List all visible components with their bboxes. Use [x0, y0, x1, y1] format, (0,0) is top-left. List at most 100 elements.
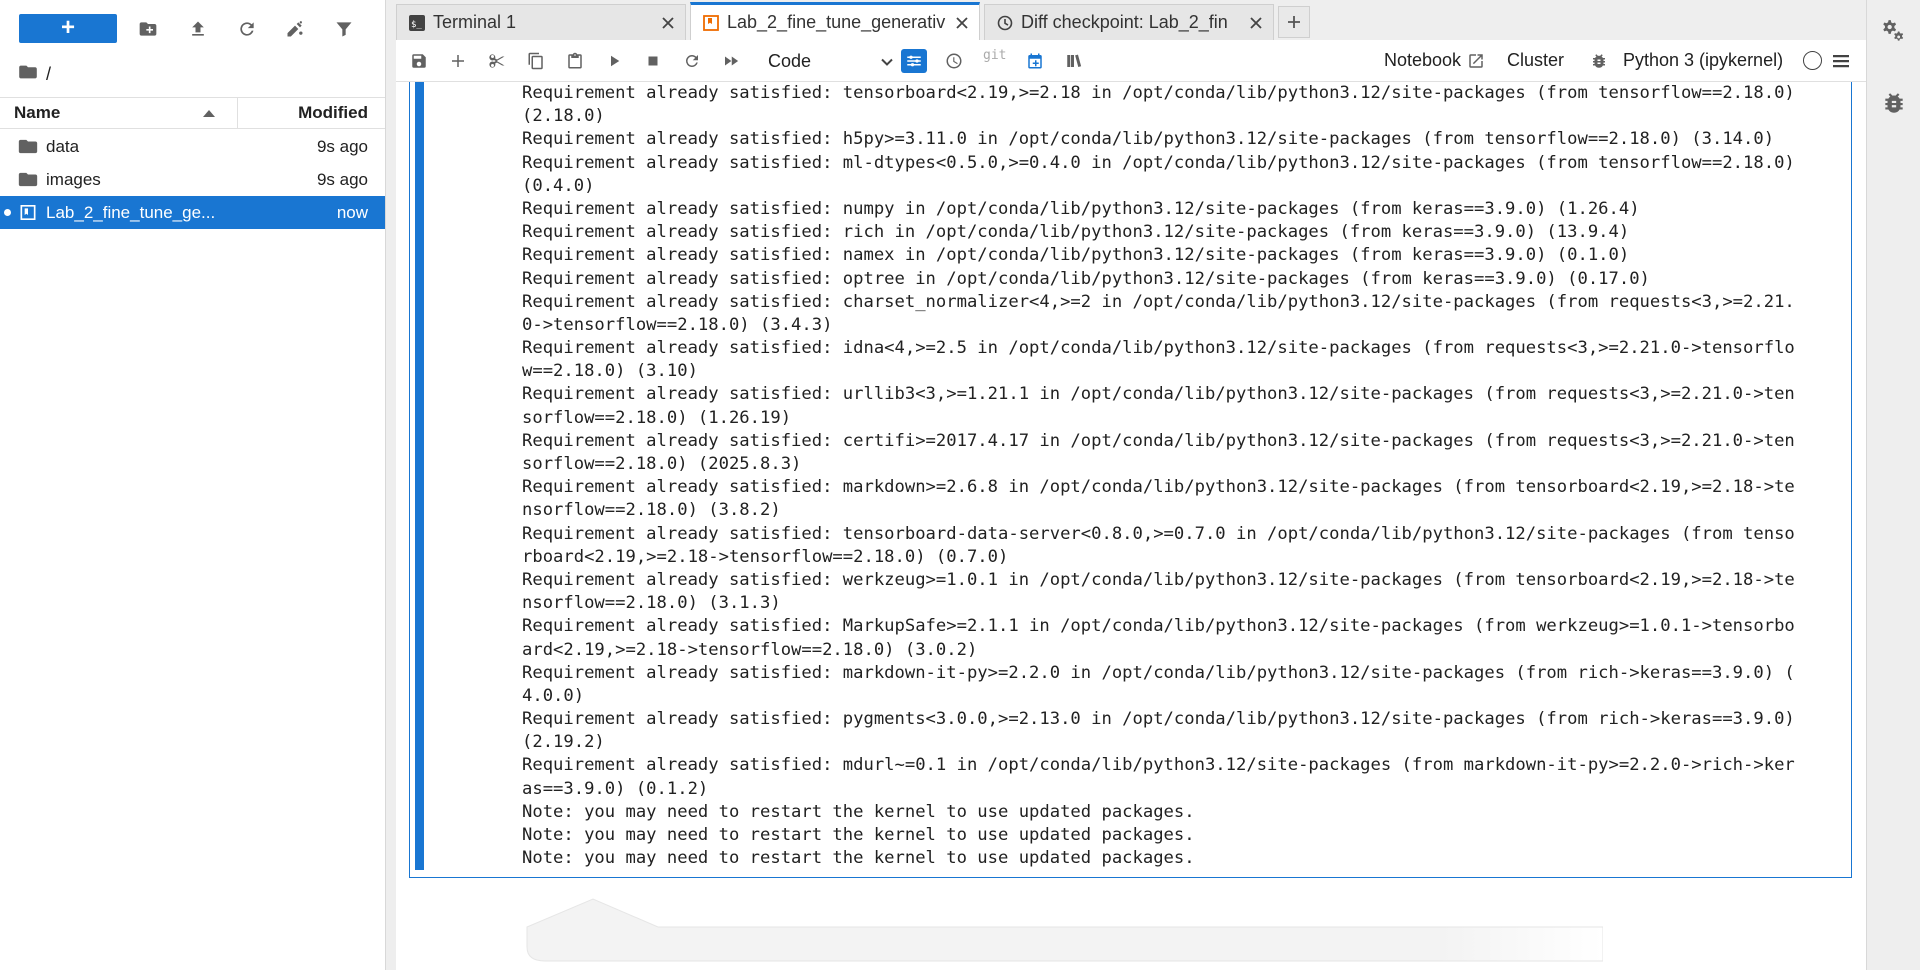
svg-text:$_: $_	[411, 20, 422, 30]
next-cell-placeholder[interactable]	[523, 897, 1603, 962]
add-cell-icon[interactable]	[445, 49, 471, 73]
output-line: (2.18.0)	[522, 106, 605, 127]
git-clone-icon[interactable]	[280, 14, 310, 44]
copy-icon[interactable]	[523, 49, 549, 73]
output-line: as==3.9.0) (0.1.2)	[522, 778, 709, 799]
output-line: sorflow==2.18.0) (1.26.19)	[522, 407, 792, 428]
open-in-notebook-link[interactable]: Notebook	[1384, 50, 1485, 71]
external-link-icon	[1469, 53, 1483, 68]
output-line: nsorflow==2.18.0) (3.1.3)	[522, 593, 781, 614]
output-line: Note: you may need to restart the kernel…	[522, 825, 1195, 845]
library-icon[interactable]	[1061, 49, 1087, 73]
upload-icon[interactable]	[183, 14, 213, 44]
cell-output: Requirement already satisfied: tensorboa…	[522, 82, 1852, 870]
output-line: 0->tensorflow==2.18.0) (3.4.3)	[522, 314, 833, 335]
tab-terminal[interactable]: $_ Terminal 1	[396, 4, 686, 40]
output-line: rboard<2.19,>=2.18->tensorflow==2.18.0) …	[522, 546, 1009, 567]
tab-notebook[interactable]: Lab_2_fine_tune_generativ	[690, 2, 980, 40]
output-line: Requirement already satisfied: rich in /…	[522, 222, 1630, 243]
panel-splitter[interactable]	[385, 0, 396, 970]
output-line: Requirement already satisfied: certifi>=…	[522, 430, 1795, 451]
notebook-toolbar: Code git Notebook Cluster Python 3 (ipyk…	[396, 40, 1866, 82]
right-sidebar	[1866, 0, 1920, 970]
tab-label: Lab_2_fine_tune_generativ	[727, 12, 946, 32]
breadcrumb-root[interactable]: /	[46, 64, 51, 85]
output-line: (0.4.0)	[522, 175, 595, 196]
save-icon[interactable]	[406, 49, 432, 73]
run-icon[interactable]	[601, 49, 627, 73]
file-row-data[interactable]: data 9s ago	[0, 130, 385, 163]
column-name-label: Name	[14, 103, 61, 122]
file-modified: 9s ago	[316, 170, 368, 189]
new-folder-icon[interactable]	[133, 14, 163, 44]
output-line: Requirement already satisfied: tensorboa…	[522, 523, 1795, 544]
output-line: Requirement already satisfied: markdown>…	[522, 477, 1795, 498]
git-label[interactable]: git	[983, 48, 1006, 63]
cell-collapser[interactable]	[415, 82, 424, 870]
output-line: Requirement already satisfied: h5py>=3.1…	[522, 129, 1775, 150]
restart-kernel-icon[interactable]	[679, 49, 705, 73]
cell-type-value: Code	[768, 50, 812, 71]
clock-icon	[997, 15, 1013, 31]
debugger-bug-icon[interactable]	[1586, 49, 1612, 73]
output-line: Requirement already satisfied: pygments<…	[522, 709, 1795, 730]
output-line: Requirement already satisfied: optree in…	[522, 268, 1650, 289]
fast-forward-icon[interactable]	[718, 49, 744, 73]
file-row-images[interactable]: images 9s ago	[0, 163, 385, 196]
cut-icon[interactable]	[484, 49, 510, 73]
close-icon[interactable]	[657, 12, 679, 34]
tab-bar: $_ Terminal 1 Lab_2_fine_tune_generativ …	[396, 0, 1866, 40]
stop-icon[interactable]	[640, 49, 666, 73]
jupyterlab-window: + / Name Modified data 9s ago images 9s …	[0, 0, 1920, 970]
output-line: Requirement already satisfied: namex in …	[522, 245, 1630, 266]
file-list: data 9s ago images 9s ago Lab_2_fine_tun…	[0, 130, 385, 229]
new-launcher-button[interactable]: +	[19, 14, 117, 43]
sort-ascending-icon	[203, 110, 215, 117]
property-inspector-icon[interactable]	[901, 49, 927, 73]
output-line: Requirement already satisfied: numpy in …	[522, 198, 1640, 219]
output-line: Requirement already satisfied: urllib3<3…	[522, 384, 1795, 405]
tab-diff-checkpoint[interactable]: Diff checkpoint: Lab_2_fin	[984, 4, 1274, 40]
output-line: Requirement already satisfied: MarkupSaf…	[522, 616, 1795, 637]
folder-icon[interactable]	[18, 64, 38, 85]
cell-type-dropdown[interactable]: Code	[768, 48, 894, 74]
kernel-status-icon	[1803, 51, 1822, 70]
tab-label: Diff checkpoint: Lab_2_fin	[1021, 12, 1228, 32]
chevron-down-icon	[880, 53, 894, 67]
paste-icon[interactable]	[562, 49, 588, 73]
output-line: ard<2.19,>=2.18->tensorflow==2.18.0) (3.…	[522, 639, 978, 660]
tab-label: Terminal 1	[433, 12, 517, 32]
file-modified: 9s ago	[316, 137, 368, 156]
column-header-name[interactable]: Name	[0, 98, 238, 128]
menu-icon[interactable]	[1830, 50, 1852, 72]
notebook-label: Notebook	[1384, 50, 1462, 70]
output-line: w==2.18.0) (3.10)	[522, 361, 698, 382]
filter-icon[interactable]	[329, 14, 359, 44]
kernel-label: Python 3 (ipykernel)	[1623, 50, 1784, 70]
output-line: 4.0.0)	[522, 685, 585, 706]
time-icon[interactable]	[941, 49, 967, 73]
notebook-panel: Requirement already satisfied: tensorboa…	[396, 82, 1866, 970]
add-tab-button[interactable]	[1278, 6, 1310, 38]
file-name: images	[46, 170, 101, 189]
debugger-icon[interactable]	[1881, 90, 1907, 116]
output-line: nsorflow==2.18.0) (3.8.2)	[522, 500, 781, 521]
output-line: (2.19.2)	[522, 732, 605, 753]
output-line: Requirement already satisfied: idna<4,>=…	[522, 338, 1795, 359]
property-inspector-gears-icon[interactable]	[1881, 18, 1907, 44]
file-name: data	[46, 137, 80, 156]
cluster-button[interactable]: Cluster	[1507, 50, 1564, 71]
close-icon[interactable]	[1245, 12, 1267, 34]
output-line: Requirement already satisfied: ml-dtypes…	[522, 152, 1795, 173]
breadcrumb: /	[18, 60, 51, 88]
schedule-calendar-icon[interactable]	[1022, 49, 1048, 73]
code-cell[interactable]: Requirement already satisfied: tensorboa…	[409, 82, 1852, 878]
main-area: $_ Terminal 1 Lab_2_fine_tune_generativ …	[396, 0, 1866, 970]
refresh-icon[interactable]	[232, 14, 262, 44]
file-name: Lab_2_fine_tune_ge...	[46, 203, 216, 222]
file-row-notebook[interactable]: Lab_2_fine_tune_ge... now	[0, 196, 385, 229]
output-line: Requirement already satisfied: charset_n…	[522, 291, 1795, 312]
column-header-modified[interactable]: Modified	[238, 103, 385, 123]
kernel-name-button[interactable]: Python 3 (ipykernel)	[1623, 50, 1783, 71]
close-icon[interactable]	[951, 12, 973, 34]
